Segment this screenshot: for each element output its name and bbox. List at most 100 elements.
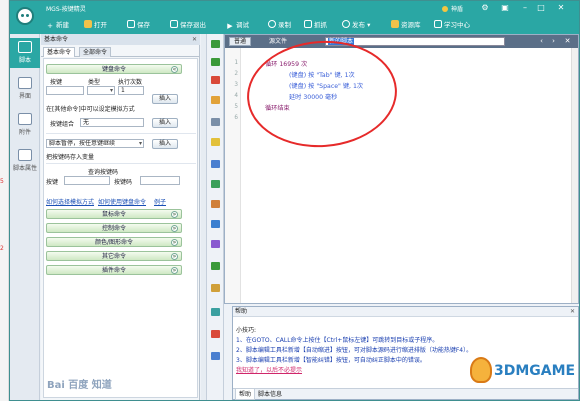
close-help-icon[interactable]: ✕: [570, 307, 575, 317]
link-simulation-mode[interactable]: 如何选择模拟方式: [46, 197, 94, 206]
type-select[interactable]: [87, 86, 115, 95]
nav-attachment[interactable]: 附件: [10, 110, 40, 140]
tab-help[interactable]: 帮助: [235, 389, 256, 400]
bookmark-icon[interactable]: [211, 284, 220, 292]
expand-icon[interactable]: »: [171, 211, 178, 218]
goto-icon[interactable]: [211, 262, 220, 270]
background-page-edge: 5 2: [0, 0, 9, 401]
smart-fix-icon[interactable]: [211, 330, 220, 338]
editor-close-icon[interactable]: ✕: [563, 37, 572, 46]
folder-icon: [84, 20, 92, 28]
nav-ui[interactable]: 界面: [10, 74, 40, 104]
learn-center-button[interactable]: 学习中心: [434, 19, 470, 31]
link-keyboard-usage[interactable]: 如何使用键盘命令: [98, 197, 146, 206]
save-icon: [127, 20, 135, 28]
close-icon[interactable]: ✕: [554, 2, 568, 14]
edge-text: 2: [0, 245, 4, 252]
paste-icon[interactable]: [211, 138, 220, 146]
control-command-group[interactable]: 控制命令»: [46, 223, 182, 233]
script-editor: 普通 源文件 新的脚本 ‹ › ✕ 1 2 3 4 5 6 循环 16959 次…: [224, 34, 579, 304]
editor-tabs: 普通 源文件 新的脚本 ‹ › ✕: [225, 35, 578, 48]
mascot-logo-icon: [470, 357, 492, 383]
publish-button[interactable]: 发布 ▾: [342, 19, 370, 31]
title-bar: MGS-按键精灵 神盾 ⚙ ▣ – □ ✕: [10, 1, 579, 16]
find-icon[interactable]: [211, 220, 220, 228]
editor-left-arrow-icon[interactable]: ‹: [537, 37, 546, 46]
combo-label: 按键组合: [50, 121, 75, 128]
link-example[interactable]: 例子: [154, 197, 166, 206]
open-button[interactable]: 打开: [84, 19, 107, 31]
save-button[interactable]: 保存: [127, 19, 150, 31]
tab-source-view[interactable]: 源文件: [265, 37, 291, 46]
help-tabs: 帮助 脚本信息: [233, 388, 578, 400]
save-exit-button[interactable]: 保存退出: [170, 19, 206, 31]
plugin-command-group[interactable]: 插件命令»: [46, 265, 182, 275]
mouse-command-group[interactable]: 鼠标命令»: [46, 209, 182, 219]
line-number: 4: [234, 92, 238, 99]
divider: [46, 163, 196, 164]
play-icon: ▶: [227, 22, 233, 30]
pause-select[interactable]: 脚本暂停，按任意键继续: [46, 139, 144, 148]
line-number: 1: [234, 59, 238, 66]
collapse-icon[interactable]: «: [171, 66, 178, 73]
capture-button[interactable]: 抓抓: [304, 19, 327, 31]
expand-icon[interactable]: »: [171, 239, 178, 246]
command-tabs: 基本命令 全部命令: [41, 46, 200, 57]
help-tip: 1、在GOTO、CALL命令上按住【Ctrl+鼠标左键】可跳转到目标或子程序。: [236, 337, 439, 344]
attachment-icon: [18, 113, 32, 125]
command-panel-title: 基本命令 ✕: [41, 34, 200, 45]
help-icon[interactable]: [211, 352, 220, 360]
expand-icon[interactable]: »: [171, 225, 178, 232]
tab-normal-view[interactable]: 普通: [229, 37, 252, 46]
query-key-input[interactable]: [64, 176, 110, 185]
script-icon: [18, 41, 32, 53]
indent-icon[interactable]: [211, 200, 220, 208]
color-image-command-group[interactable]: 颜色/图形命令»: [46, 237, 182, 247]
delete-icon[interactable]: [211, 76, 220, 84]
resources-button[interactable]: 资源库: [391, 19, 421, 31]
skin-icon[interactable]: ▣: [498, 2, 512, 14]
undo-icon[interactable]: [211, 160, 220, 168]
site-watermark: 3DMGAME: [470, 357, 575, 383]
cut-icon[interactable]: [211, 96, 220, 104]
plus-icon: +: [47, 22, 53, 30]
other-command-group[interactable]: 其它命令»: [46, 251, 182, 261]
key-input[interactable]: [46, 86, 84, 95]
insert-key-button[interactable]: 插入: [152, 94, 178, 104]
tab-script-info[interactable]: 脚本信息: [255, 389, 285, 400]
count-input[interactable]: 1: [118, 86, 144, 95]
dismiss-tip-link[interactable]: 我知道了，以后不必提示: [236, 365, 302, 374]
move-down-icon[interactable]: [211, 58, 220, 66]
copy-icon[interactable]: [211, 118, 220, 126]
tab-basic-commands[interactable]: 基本命令: [43, 47, 76, 57]
move-up-icon[interactable]: [211, 40, 220, 48]
query-code-input[interactable]: [140, 176, 180, 185]
new-button[interactable]: + 新建: [46, 19, 69, 31]
insert-combo-button[interactable]: 插入: [152, 118, 178, 128]
settings-icon[interactable]: ⚙: [478, 2, 492, 14]
app-logo: [10, 1, 40, 34]
nav-script-props[interactable]: 脚本属性: [10, 146, 40, 176]
combo-field[interactable]: 无: [80, 118, 144, 127]
insert-pause-button[interactable]: 插入: [152, 139, 178, 149]
line-number: 3: [234, 81, 238, 88]
maximize-icon[interactable]: □: [534, 2, 548, 14]
replace-icon[interactable]: [211, 240, 220, 248]
auto-indent-icon[interactable]: [211, 308, 220, 316]
debug-button[interactable]: ▶ 调试: [226, 19, 249, 31]
help-tip: 2、脚本编辑工具栏新增【自动缩进】按钮，可对脚本源码进行缩进排版（功能热键F4）…: [236, 347, 473, 354]
book-icon: [434, 20, 442, 28]
expand-icon[interactable]: »: [171, 253, 178, 260]
editor-scrollbar[interactable]: [571, 48, 578, 303]
comment-icon[interactable]: [211, 180, 220, 188]
editor-right-arrow-icon[interactable]: ›: [549, 37, 558, 46]
help-title: 帮助 ✕: [233, 307, 578, 317]
tab-all-commands[interactable]: 全部命令: [79, 47, 112, 57]
nav-script[interactable]: 脚本: [10, 38, 40, 68]
minimize-icon[interactable]: –: [518, 2, 532, 14]
keyboard-command-group[interactable]: 键盘命令 «: [46, 64, 182, 74]
record-button[interactable]: 录制: [268, 19, 291, 31]
close-panel-icon[interactable]: ✕: [192, 34, 197, 45]
member-badge[interactable]: 神盾: [442, 4, 463, 13]
expand-icon[interactable]: »: [171, 267, 178, 274]
